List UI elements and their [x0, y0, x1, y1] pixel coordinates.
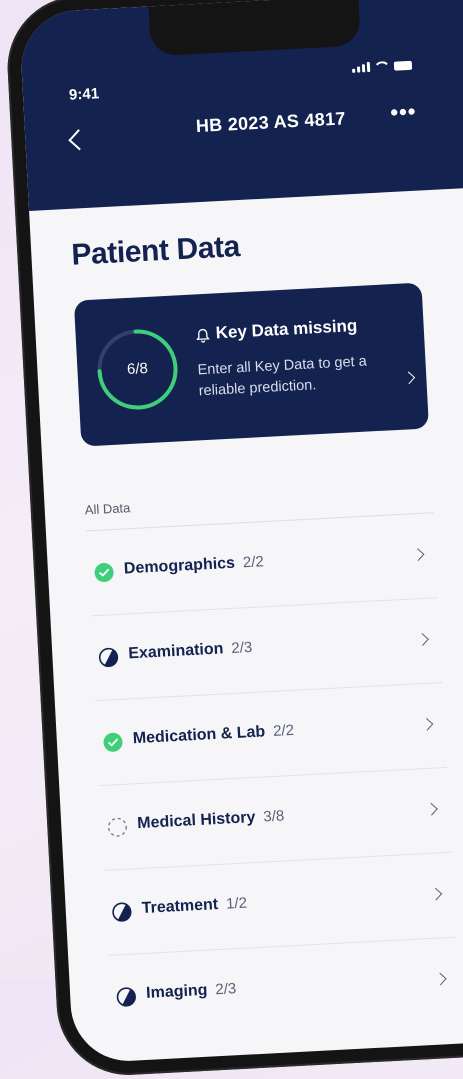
partial-progress-icon — [98, 647, 119, 668]
chevron-right-icon — [420, 717, 434, 731]
item-label: Demographics 2/2 — [123, 553, 264, 578]
chevron-right-icon — [433, 972, 447, 986]
chevron-right-icon — [425, 802, 438, 816]
item-name: Medication & Lab — [132, 723, 266, 748]
check-circle-icon — [94, 563, 114, 583]
phone-frame: 9:41 HB 2023 AS 4817 ••• Patient Data 6/… — [4, 0, 463, 1079]
item-count: 2/2 — [242, 553, 265, 572]
wifi-icon — [375, 60, 390, 72]
chevron-right-icon — [411, 548, 425, 561]
item-count: 1/2 — [225, 894, 248, 913]
item-label: Treatment 1/2 — [141, 895, 247, 918]
check-circle-icon — [103, 732, 123, 752]
progress-text: 6/8 — [126, 359, 149, 379]
page-title: Patient Data — [70, 230, 241, 272]
item-label: Imaging 2/3 — [146, 980, 237, 1003]
list-item-imaging[interactable]: Imaging 2/3 — [108, 936, 461, 1040]
bell-icon — [196, 328, 210, 343]
item-label: Medical History 3/8 — [137, 807, 285, 833]
data-category-list: Demographics 2/2 Examination 2/3 Medication … — [85, 512, 461, 1040]
item-name: Imaging — [145, 981, 208, 1002]
app-screen: 9:41 HB 2023 AS 4817 ••• Patient Data 6/… — [18, 0, 463, 1064]
item-name: Medical History — [136, 808, 256, 833]
status-icons — [352, 59, 413, 73]
signal-icon — [352, 61, 371, 73]
status-time: 9:41 — [68, 85, 100, 104]
device-notch — [148, 0, 361, 57]
chevron-right-icon — [402, 371, 416, 385]
item-count: 2/2 — [272, 721, 295, 740]
empty-circle-icon — [107, 817, 127, 837]
item-name: Demographics — [123, 554, 236, 578]
battery-icon — [393, 60, 413, 71]
chevron-right-icon — [416, 633, 429, 646]
item-count: 2/3 — [230, 638, 253, 657]
item-name: Treatment — [141, 896, 219, 918]
item-count: 2/3 — [214, 980, 237, 999]
key-data-description: Enter all Key Data to get a reliable pre… — [197, 353, 368, 400]
partial-progress-icon — [112, 902, 132, 922]
app-header: 9:41 HB 2023 AS 4817 ••• — [18, 0, 463, 211]
key-data-card[interactable]: 6/8 Key Data missing Enter all Key Data … — [73, 282, 430, 447]
item-label: Examination 2/3 — [128, 639, 253, 663]
section-label: All Data — [84, 500, 131, 518]
key-data-title: Key Data missing — [215, 315, 358, 343]
item-name: Examination — [127, 640, 224, 663]
item-label: Medication & Lab 2/2 — [132, 722, 294, 748]
chevron-right-icon — [429, 887, 443, 901]
more-icon[interactable]: ••• — [390, 99, 417, 126]
partial-progress-icon — [116, 987, 136, 1007]
item-count: 3/8 — [262, 807, 285, 826]
